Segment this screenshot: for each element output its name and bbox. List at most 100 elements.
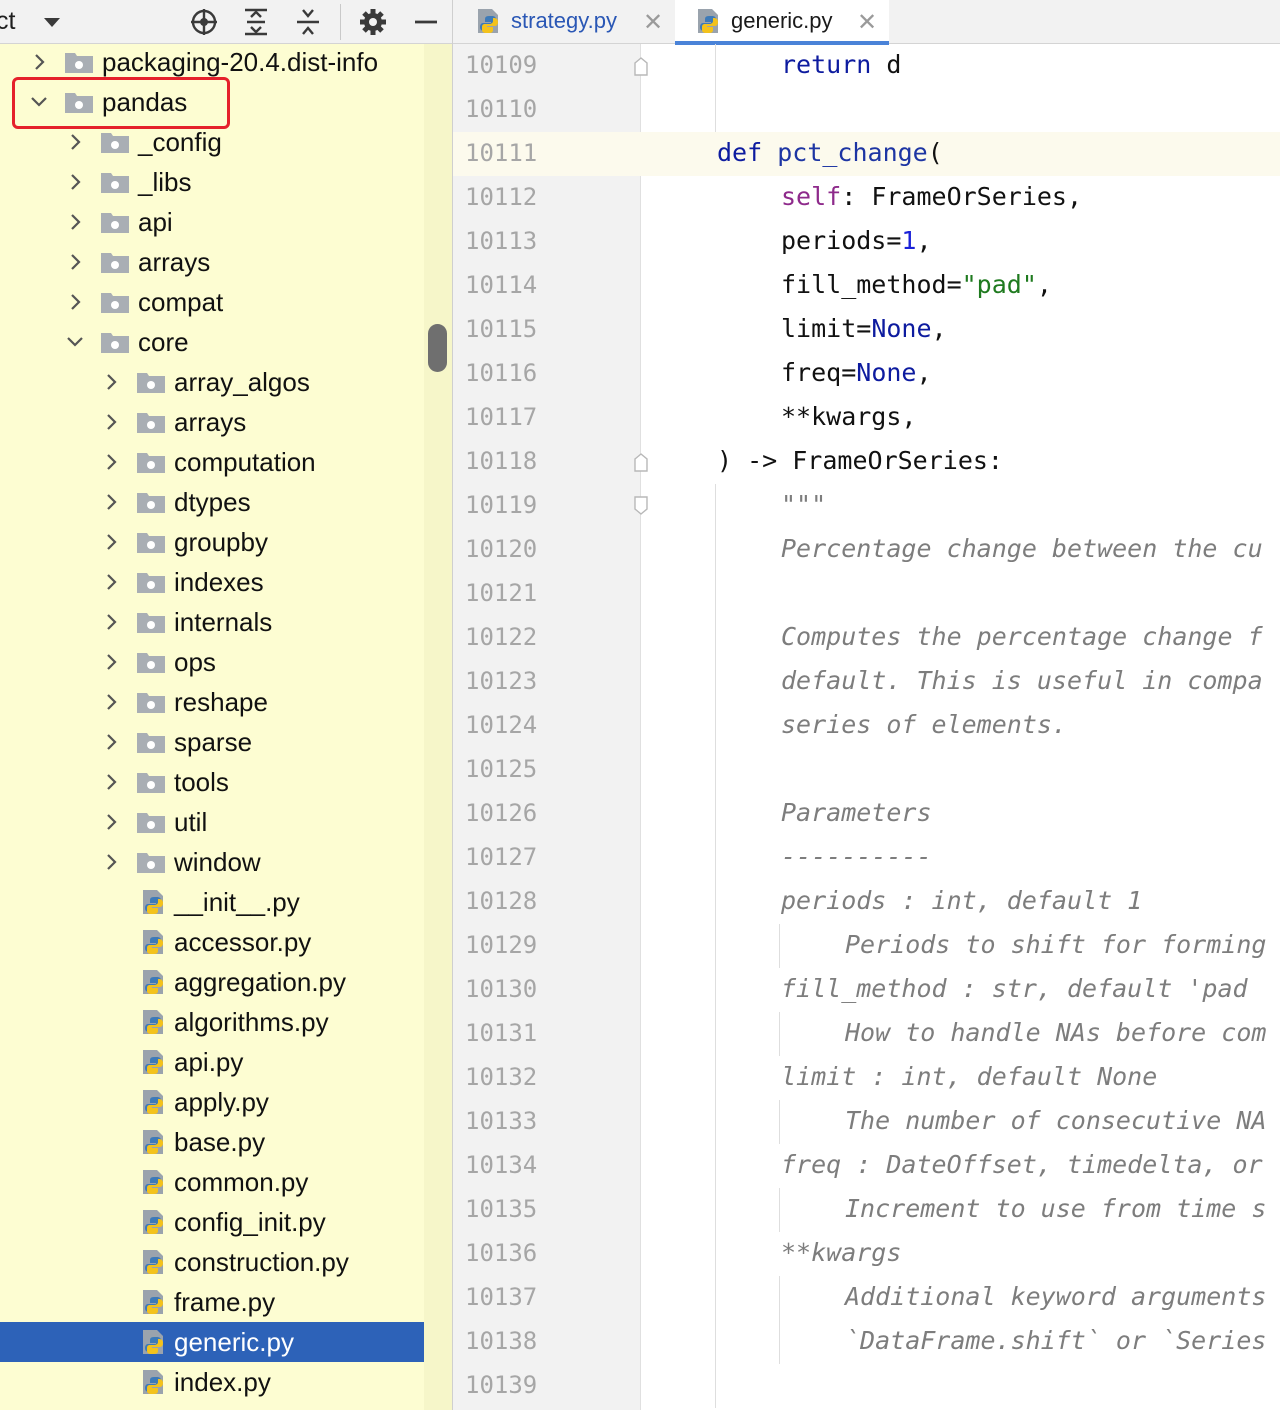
line-number[interactable]: 10114 (465, 271, 537, 299)
code-line[interactable]: 10124 series of elements. (453, 704, 1280, 748)
code-line[interactable]: 10119 """ (453, 484, 1280, 528)
chevron-right-icon[interactable] (100, 531, 122, 553)
tree-file-item[interactable]: config_init.py (0, 1202, 452, 1242)
line-number[interactable]: 10125 (465, 755, 537, 783)
tree-file-item[interactable]: __init__.py (0, 882, 452, 922)
tree-folder-item[interactable]: api (0, 202, 452, 242)
code-line[interactable]: 10120 Percentage change between the cu (453, 528, 1280, 572)
tree-file-item[interactable]: generic.py (0, 1322, 452, 1362)
tree-file-item[interactable]: index.py (0, 1362, 452, 1402)
line-number[interactable]: 10128 (465, 887, 537, 915)
line-number[interactable]: 10138 (465, 1327, 537, 1355)
tree-folder-item[interactable]: packaging-20.4.dist-info (0, 42, 452, 82)
code-line[interactable]: 10115 limit=None, (453, 308, 1280, 352)
code-line[interactable]: 10125 (453, 748, 1280, 792)
line-number[interactable]: 10123 (465, 667, 537, 695)
code-line[interactable]: 10127 ---------- (453, 836, 1280, 880)
code-line[interactable]: 10121 (453, 572, 1280, 616)
code-line[interactable]: 10109 return d (453, 44, 1280, 88)
minimize-icon[interactable] (410, 6, 442, 38)
chevron-down-icon[interactable] (64, 331, 86, 353)
line-number[interactable]: 10117 (465, 403, 537, 431)
tree-file-item[interactable]: common.py (0, 1162, 452, 1202)
line-number[interactable]: 10134 (465, 1151, 537, 1179)
code-line[interactable]: 10130 fill_method : str, default 'pad (453, 968, 1280, 1012)
chevron-right-icon[interactable] (100, 651, 122, 673)
code-line[interactable]: 10117 **kwargs, (453, 396, 1280, 440)
tree-folder-item[interactable]: arrays (0, 242, 452, 282)
code-line[interactable]: 10136 **kwargs (453, 1232, 1280, 1276)
tree-file-item[interactable]: api.py (0, 1042, 452, 1082)
code-line[interactable]: 10111 def pct_change( (453, 132, 1280, 176)
tree-file-item[interactable]: accessor.py (0, 922, 452, 962)
line-number[interactable]: 10130 (465, 975, 537, 1003)
code-line[interactable]: 10135 Increment to use from time s (453, 1188, 1280, 1232)
tree-folder-item[interactable]: sparse (0, 722, 452, 762)
line-number[interactable]: 10118 (465, 447, 537, 475)
code-line[interactable]: 10139 (453, 1364, 1280, 1408)
tab-strategy-py[interactable]: strategy.py ✕ (453, 0, 673, 44)
tree-folder-item[interactable]: internals (0, 602, 452, 642)
chevron-right-icon[interactable] (100, 691, 122, 713)
code-line[interactable]: 10122 Computes the percentage change f (453, 616, 1280, 660)
code-line[interactable]: 10134 freq : DateOffset, timedelta, or (453, 1144, 1280, 1188)
tree-file-item[interactable]: base.py (0, 1122, 452, 1162)
code-line[interactable]: 10116 freq=None, (453, 352, 1280, 396)
line-number[interactable]: 10129 (465, 931, 537, 959)
chevron-right-icon[interactable] (100, 371, 122, 393)
tab-generic-py[interactable]: generic.py ✕ (675, 0, 889, 45)
close-icon[interactable]: ✕ (857, 8, 877, 37)
chevron-right-icon[interactable] (64, 291, 86, 313)
chevron-right-icon[interactable] (100, 451, 122, 473)
line-number[interactable]: 10135 (465, 1195, 537, 1223)
chevron-right-icon[interactable] (100, 571, 122, 593)
code-line[interactable]: 10138 `DataFrame.shift` or `Series (453, 1320, 1280, 1364)
fold-end-icon[interactable] (633, 452, 649, 472)
tree-folder-item[interactable]: arrays (0, 402, 452, 442)
line-number[interactable]: 10112 (465, 183, 537, 211)
chevron-right-icon[interactable] (100, 611, 122, 633)
line-number[interactable]: 10111 (465, 139, 537, 167)
line-number[interactable]: 10115 (465, 315, 537, 343)
line-number[interactable]: 10116 (465, 359, 537, 387)
tree-folder-item[interactable]: tools (0, 762, 452, 802)
fold-start-icon[interactable] (633, 496, 649, 516)
project-scrollbar-track[interactable] (424, 44, 452, 1410)
chevron-right-icon[interactable] (100, 771, 122, 793)
project-scrollbar-thumb[interactable] (428, 324, 447, 372)
code-line[interactable]: 10128 periods : int, default 1 (453, 880, 1280, 924)
chevron-right-icon[interactable] (100, 851, 122, 873)
code-line[interactable]: 10137 Additional keyword arguments (453, 1276, 1280, 1320)
chevron-right-icon[interactable] (28, 51, 50, 73)
line-number[interactable]: 10119 (465, 491, 537, 519)
code-line[interactable]: 10132 limit : int, default None (453, 1056, 1280, 1100)
line-number[interactable]: 10137 (465, 1283, 537, 1311)
tree-file-item[interactable]: apply.py (0, 1082, 452, 1122)
line-number[interactable]: 10121 (465, 579, 537, 607)
tree-folder-item[interactable]: ops (0, 642, 452, 682)
line-number[interactable]: 10120 (465, 535, 537, 563)
tree-folder-item[interactable]: _libs (0, 162, 452, 202)
chevron-right-icon[interactable] (64, 171, 86, 193)
line-number[interactable]: 10133 (465, 1107, 537, 1135)
line-number[interactable]: 10122 (465, 623, 537, 651)
line-number[interactable]: 10132 (465, 1063, 537, 1091)
tree-file-item[interactable]: construction.py (0, 1242, 452, 1282)
code-line[interactable]: 10123 default. This is useful in compa (453, 660, 1280, 704)
tree-folder-item[interactable]: reshape (0, 682, 452, 722)
crosshair-icon[interactable] (188, 6, 220, 38)
code-line[interactable]: 10129 Periods to shift for forming (453, 924, 1280, 968)
chevron-right-icon[interactable] (100, 491, 122, 513)
tree-file-item[interactable]: aggregation.py (0, 962, 452, 1002)
code-line[interactable]: 10114 fill_method="pad", (453, 264, 1280, 308)
tree-folder-item[interactable]: util (0, 802, 452, 842)
close-icon[interactable]: ✕ (643, 8, 663, 37)
code-line[interactable]: 10126 Parameters (453, 792, 1280, 836)
code-line[interactable]: 10118) -> FrameOrSeries: (453, 440, 1280, 484)
code-line[interactable]: 10133 The number of consecutive NA (453, 1100, 1280, 1144)
chevron-right-icon[interactable] (100, 411, 122, 433)
code-lines[interactable]: 10109 return d 10110 10111 def pct_change(10… (453, 44, 1280, 1410)
tree-folder-item[interactable]: groupby (0, 522, 452, 562)
tree-folder-item[interactable]: window (0, 842, 452, 882)
line-number[interactable]: 10109 (465, 51, 537, 79)
